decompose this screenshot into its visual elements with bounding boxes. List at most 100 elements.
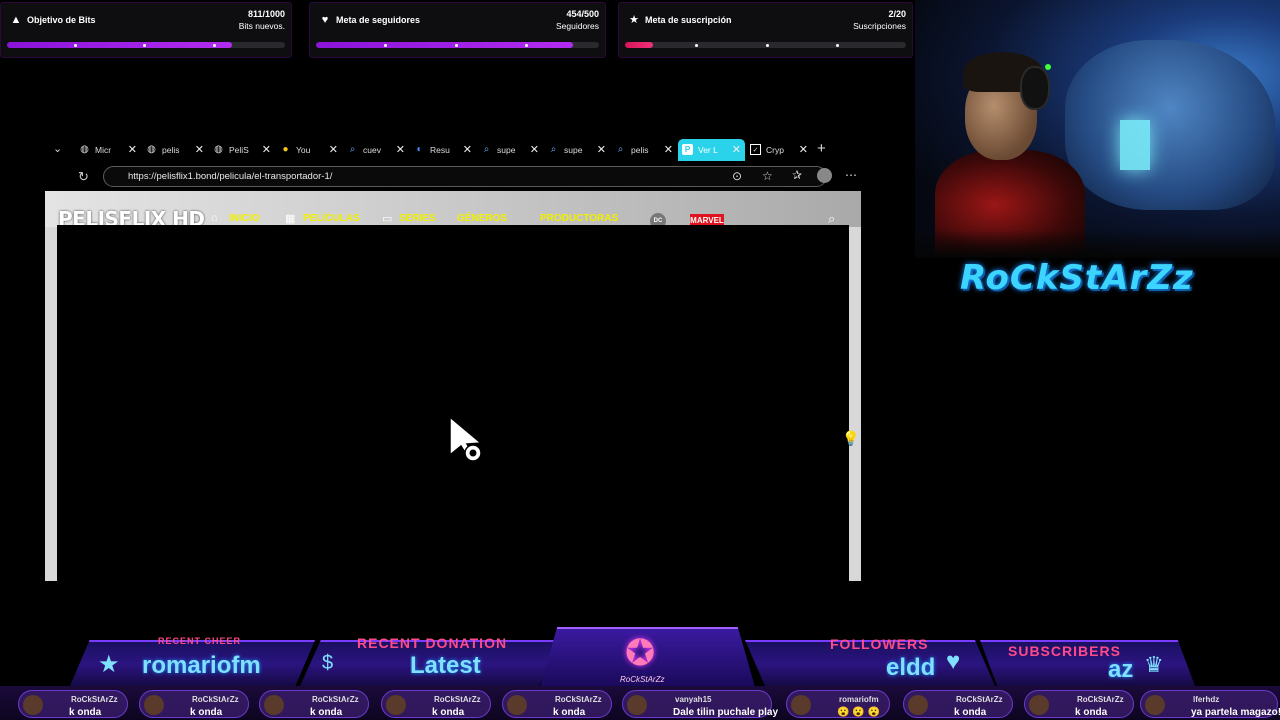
close-icon[interactable]: ✕ [732,143,741,156]
goal-subtitle: Seguidores [555,21,599,31]
close-icon[interactable]: ✕ [664,143,673,156]
chat-message-text: k onda [190,707,223,718]
web-page: PELISFLIX HD ⌂ INICIO ▦ PELÍCULAS ▭ SERI… [45,191,861,581]
headphones-icon [1020,66,1050,110]
goal-progress-fill [7,42,233,48]
browser-tab[interactable]: ⌕ pelis ✕ [611,139,677,161]
browser-tab[interactable]: ⌕ supe ✕ [544,139,610,161]
reload-icon[interactable]: ↻ [78,169,89,185]
close-icon[interactable]: ✕ [530,143,539,156]
home-icon: ⌂ [211,212,218,224]
tv-icon: ▭ [382,213,393,225]
nav-peliculas[interactable]: PELÍCULAS [303,213,360,224]
cam-fade [915,230,1280,258]
favorite-star-icon[interactable]: ☆ [762,169,773,183]
recent-donation-label: RECENT DONATION [357,635,508,651]
milestone-dot [695,44,699,47]
milestone-dot [73,44,77,47]
nav-inicio[interactable]: INICIO [229,213,260,224]
chat-avatar [627,695,647,715]
chat-message-text: k onda [432,707,465,718]
chat-avatar [1029,695,1049,715]
milestone-dot [212,44,216,47]
chat-message-text: k onda [954,707,987,718]
chat-avatar [264,695,284,715]
subscription-goal-widget: ★ Meta de suscripción 2/20 Suscripciones [618,2,913,58]
close-icon[interactable]: ✕ [262,143,271,156]
chat-username: RoCkStArZz [192,695,239,704]
chat-avatar [908,695,928,715]
browser-tab[interactable]: ◍ Micr ✕ [75,139,141,161]
reader-icon[interactable]: ⊙ [732,169,742,183]
browser-tab-active[interactable]: P Ver L ✕ [678,139,745,161]
heart-hand-icon: ♥ [321,14,329,26]
search-icon: ⌕ [349,144,356,155]
chat-username: vanyah15 [675,695,712,704]
play-cursor-icon[interactable] [447,415,487,461]
browser-tab[interactable]: ◍ pelis ✕ [142,139,208,161]
rockstar-emblem-icon: ✪ [625,632,656,673]
webcam-feed [915,0,1280,258]
nav-generos[interactable]: GÉNEROS [457,213,507,224]
browser-tab[interactable]: ⌕ supe ✕ [477,139,543,161]
goal-subtitle: Suscripciones [853,21,906,31]
chevron-down-icon[interactable]: ⌄ [53,142,62,155]
tab-label: PeliS [229,145,249,155]
browser-tab[interactable]: ✓ Cryp ✕ [746,139,812,161]
more-menu-icon[interactable]: ⋯ [845,168,857,182]
close-icon[interactable]: ✕ [463,143,472,156]
channel-brand: RoCkStArZz [960,258,1194,298]
chat-message-chip: romariofm 😮 😮 😮 [786,690,890,718]
chat-message-chip: vanyah15 Dale tilin puchale play [622,690,778,718]
followers-label: FOLLOWERS [830,636,929,652]
close-icon[interactable]: ✕ [799,143,808,156]
goal-progress-fill [316,42,573,48]
milestone-dot [454,44,458,47]
goal-subtitle: Bits nuevos. [238,21,285,31]
chat-message-chip: RoCkStArZz k onda [259,690,369,718]
close-icon[interactable]: ✕ [128,143,137,156]
bits-goal-widget: ▲ Objetivo de Bits 811/1000 Bits nuevos. [0,2,292,58]
tab-label: cuev [363,145,381,155]
browser-tab[interactable]: ◐ Resu ✕ [410,139,476,161]
milestone-dot [765,44,769,47]
browser-tab[interactable]: ● You ✕ [276,139,342,161]
browser-tab[interactable]: ⌕ cuev ✕ [343,139,409,161]
goal-title: Objetivo de Bits [27,15,96,25]
new-tab-button[interactable]: + [817,140,826,157]
recent-cheer-value: romariofm [142,652,261,679]
cyan-light [1120,120,1150,170]
tab-label: Ver L [698,145,718,155]
nav-productoras[interactable]: PRODUCTORAS [540,213,618,224]
lightbulb-icon[interactable]: 💡 [842,430,859,447]
background-chair [1065,40,1275,210]
chat-avatar [23,695,43,715]
close-icon[interactable]: ✕ [195,143,204,156]
milestone-dot [383,44,387,47]
browser-tab[interactable]: ◍ PeliS ✕ [209,139,275,161]
video-player[interactable]: 💡 [57,225,859,581]
recent-donation-value: Latest [410,652,481,679]
globe-icon: ◍ [214,144,223,155]
close-icon[interactable]: ✕ [597,143,606,156]
chat-username: RoCkStArZz [71,695,118,704]
p-icon: P [682,144,693,155]
chat-message-chip: RoCkStArZz k onda [139,690,249,718]
nav-series[interactable]: SERIES [399,213,436,224]
browser-address-row: ↻ https://pelisflix1.bond/pelicula/el-tr… [45,163,867,190]
profile-avatar[interactable] [817,168,832,183]
favorites-icon[interactable]: ✰ [792,168,802,182]
close-icon[interactable]: ✕ [396,143,405,156]
chat-message-chip: RoCkStArZz k onda [18,690,128,718]
followers-value: eldd [886,654,936,681]
close-icon[interactable]: ✕ [329,143,338,156]
goal-title: Meta de suscripción [645,15,732,25]
chat-username: romariofm [839,695,879,704]
tab-label: Micr [95,145,112,155]
search-icon: ⌕ [550,144,557,155]
crypto-icon: ✓ [750,144,761,155]
goal-progress-bar [7,42,285,48]
browser-tab-bar: ⌄ ◍ Micr ✕ ◍ pelis ✕ ◍ PeliS ✕ ● You ✕ ⌕… [45,138,867,162]
search-icon: ⌕ [617,144,624,155]
address-bar[interactable]: https://pelisflix1.bond/pelicula/el-tran… [103,166,827,187]
